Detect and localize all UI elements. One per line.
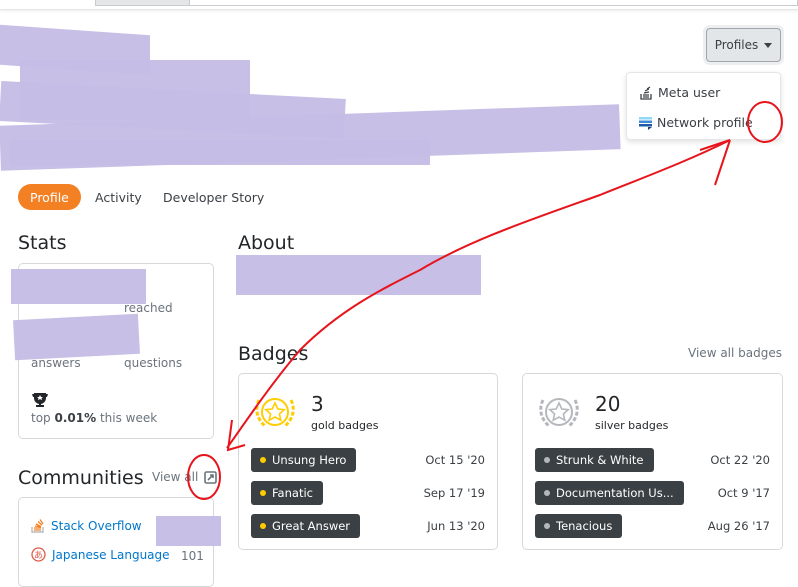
silver-badges-card: 20 silver badges Strunk & White Oct 22 '… [522, 373, 783, 550]
communities-view-all-link[interactable]: View all [152, 470, 218, 484]
community-japanese-language[interactable]: あ Japanese Language [31, 547, 170, 562]
profiles-button[interactable]: Profiles [706, 28, 781, 62]
stats-heading: Stats [18, 232, 67, 254]
profiles-label: Profiles [714, 38, 759, 52]
stats-card: reached answers questions top 0.01% this… [11, 263, 214, 439]
rank-text: top 0.01% this week [31, 411, 158, 425]
japanese-language-icon: あ [31, 547, 46, 562]
view-all-badges-link[interactable]: View all badges [688, 346, 782, 360]
search-input[interactable] [190, 0, 798, 6]
badges-heading: Badges [238, 343, 309, 365]
questions-label: questions [124, 356, 183, 370]
tab-activity[interactable]: Activity [83, 184, 154, 210]
stack-exchange-network-icon [639, 116, 652, 130]
badge-strunk-white[interactable]: Strunk & White [535, 448, 654, 472]
tab-profile[interactable]: Profile [18, 184, 81, 210]
redacted-about [236, 255, 481, 295]
communities-heading: Communities [18, 467, 144, 489]
gold-badge-count: 3 [311, 392, 324, 416]
silver-dot-icon [544, 490, 550, 496]
silver-dot-icon [544, 457, 550, 463]
stack-overflow-icon [31, 519, 44, 533]
gold-dot-icon [260, 523, 266, 529]
badge-date: Oct 22 '20 [710, 453, 770, 467]
badge-tenacious[interactable]: Tenacious [535, 514, 623, 538]
top-bar [0, 0, 798, 10]
search-scope[interactable] [95, 0, 190, 6]
badge-documentation-user[interactable]: Documentation Us... [535, 481, 684, 505]
silver-badge-label: silver badges [595, 419, 669, 432]
badge-date: Oct 9 '17 [717, 486, 770, 500]
community-reputation: 101 [181, 549, 204, 563]
gold-dot-icon [260, 490, 266, 496]
profiles-dropdown: Meta user Network profile [626, 72, 781, 140]
menu-item-meta-user[interactable]: Meta user [639, 85, 720, 100]
about-heading: About [238, 232, 295, 254]
gold-dot-icon [260, 457, 266, 463]
silver-badge-icon [539, 398, 579, 428]
silver-dot-icon [544, 523, 550, 529]
gold-badges-card: 3 gold badges Unsung Hero Oct 15 '20 Fan… [238, 373, 498, 550]
badge-date: Aug 26 '17 [707, 519, 770, 533]
badge-date: Sep 17 '19 [423, 486, 485, 500]
badge-date: Oct 15 '20 [425, 453, 485, 467]
badge-great-answer[interactable]: Great Answer [251, 514, 361, 538]
community-name[interactable]: Stack Overflow [51, 519, 142, 533]
gold-badge-label: gold badges [311, 419, 379, 432]
caret-down-icon [764, 42, 773, 48]
redacted-user-header [0, 24, 621, 171]
trophy-icon [32, 393, 48, 407]
external-link-icon [204, 470, 218, 484]
menu-item-label: Network profile [657, 115, 753, 130]
tab-developer-story[interactable]: Developer Story [151, 184, 276, 210]
menu-item-label: Meta user [658, 85, 721, 100]
badge-unsung-hero[interactable]: Unsung Hero [251, 448, 357, 472]
gold-badge-icon [255, 398, 295, 428]
menu-item-network-profile[interactable]: Network profile [639, 115, 753, 130]
badge-date: Jun 13 '20 [427, 519, 485, 533]
badge-fanatic[interactable]: Fanatic [251, 481, 323, 505]
svg-text:あ: あ [34, 550, 43, 561]
community-name[interactable]: Japanese Language [52, 548, 170, 562]
stack-exchange-meta-icon [640, 86, 652, 100]
community-stack-overflow[interactable]: Stack Overflow [31, 518, 142, 533]
silver-badge-count: 20 [595, 392, 621, 416]
